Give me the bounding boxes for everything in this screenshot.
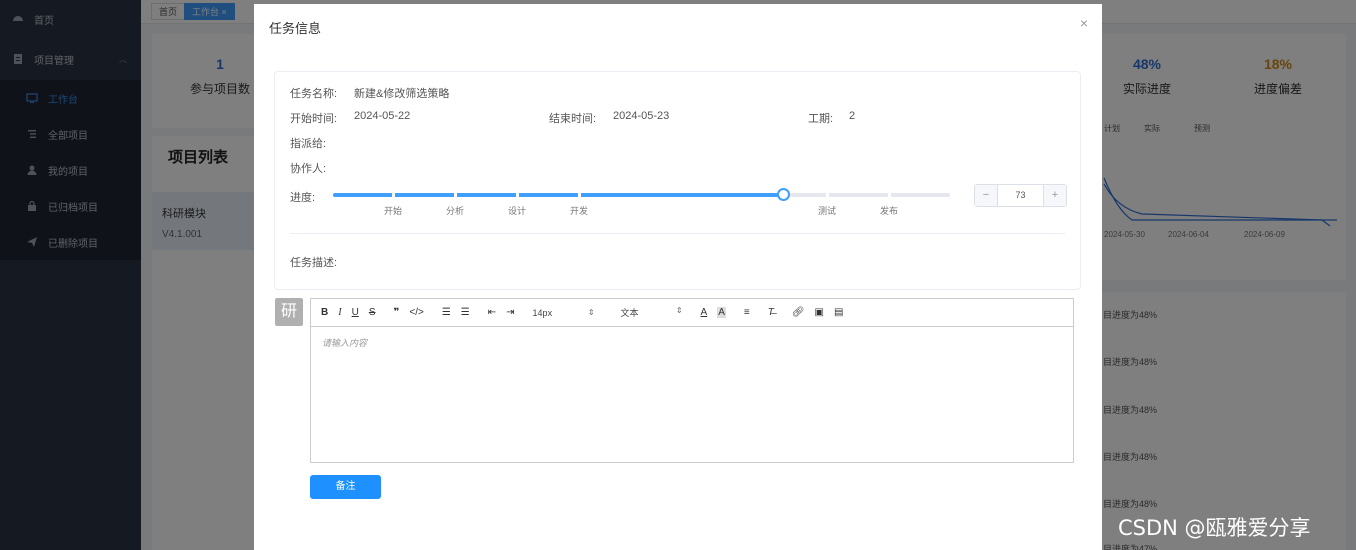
duration-value: 2 — [849, 110, 856, 122]
stage-mark-analysis: 分析 — [445, 206, 465, 216]
divider — [290, 233, 1065, 234]
stage-mark-design: 设计 — [507, 206, 527, 216]
end-time-value: 2024-05-23 — [613, 110, 670, 122]
strikethrough-icon[interactable]: S — [369, 307, 376, 318]
task-name-value: 新建&修改筛选策略 — [354, 88, 450, 100]
task-name-label: 任务名称: — [290, 88, 338, 100]
italic-icon[interactable]: I — [338, 307, 341, 318]
start-time-value: 2024-05-22 — [354, 110, 411, 122]
slider-stop — [888, 193, 891, 197]
task-info-box: 任务名称: 新建&修改筛选策略 开始时间: 2024-05-22 结束时间: 2… — [274, 71, 1081, 290]
rich-text-editor: B I U S ❞ </> ☰ ☰ ⇤ ⇥ 14px ⇕ 文本 ⇕ A A ≡ T̶… — [310, 298, 1074, 463]
slider-stop — [578, 193, 581, 197]
align-icon[interactable]: ≡ — [744, 307, 750, 318]
underline-icon[interactable]: U — [352, 307, 359, 318]
indent-icon[interactable]: ⇥ — [506, 307, 514, 318]
clear-format-icon[interactable]: T̶ — [768, 307, 774, 318]
bold-icon[interactable]: B — [321, 307, 328, 318]
font-color-icon[interactable]: A — [701, 307, 708, 318]
stage-mark-release: 发布 — [879, 206, 899, 216]
duration-label: 工期: — [808, 113, 834, 125]
watermark: CSDN @瓯雅爱分享 — [1118, 516, 1311, 540]
progress-input[interactable]: 73 — [998, 185, 1043, 206]
outdent-icon[interactable]: ⇤ — [488, 307, 496, 318]
close-icon[interactable]: × — [1080, 15, 1088, 31]
assignee-label: 指派给: — [290, 138, 327, 150]
code-icon[interactable]: </> — [409, 307, 423, 318]
slider-stop — [454, 193, 457, 197]
avatar: 研 — [275, 298, 303, 326]
slider-handle[interactable] — [777, 188, 791, 201]
background-color-icon[interactable]: A — [717, 307, 726, 318]
progress-stepper: − 73 + — [974, 184, 1067, 207]
bullet-list-icon[interactable]: ☰ — [461, 307, 470, 318]
stage-mark-develop: 开发 — [569, 206, 589, 216]
progress-label: 进度: — [290, 192, 316, 204]
link-icon[interactable]: 🔗︎ — [792, 307, 805, 318]
editor-content[interactable]: 请输入内容 — [311, 327, 1073, 358]
task-info-dialog: 任务信息 × 任务名称: 新建&修改筛选策略 开始时间: 2024-05-22 … — [254, 4, 1102, 550]
end-time-label: 结束时间: — [549, 113, 597, 125]
blockquote-icon[interactable]: ❞ — [393, 307, 399, 318]
font-size-select[interactable]: 14px ⇕ — [533, 308, 595, 318]
decrement-button[interactable]: − — [975, 185, 998, 206]
slider-fill — [333, 193, 784, 197]
description-label: 任务描述: — [290, 257, 338, 269]
ordered-list-icon[interactable]: ☰ — [442, 307, 451, 318]
collaborator-label: 协作人: — [290, 163, 327, 175]
chevron-updown-icon: ⇕ — [587, 307, 595, 317]
increment-button[interactable]: + — [1043, 185, 1066, 206]
slider-stop — [392, 193, 395, 197]
dialog-title: 任务信息 — [269, 21, 322, 36]
progress-slider[interactable] — [333, 188, 950, 201]
slider-stop — [516, 193, 519, 197]
stage-mark-test: 测试 — [817, 206, 837, 216]
video-icon[interactable]: ▤ — [834, 307, 843, 318]
stage-mark-start: 开始 — [383, 206, 403, 216]
start-time-label: 开始时间: — [290, 113, 338, 125]
image-icon[interactable]: ▣ — [815, 307, 824, 318]
chevron-updown-icon: ⇕ — [675, 306, 683, 315]
text-style-select[interactable]: 文本 ⇕ — [621, 306, 683, 319]
slider-stop — [826, 193, 829, 197]
remark-button[interactable]: 备注 — [310, 475, 381, 499]
editor-toolbar: B I U S ❞ </> ☰ ☰ ⇤ ⇥ 14px ⇕ 文本 ⇕ A A ≡ T̶… — [311, 299, 1073, 327]
